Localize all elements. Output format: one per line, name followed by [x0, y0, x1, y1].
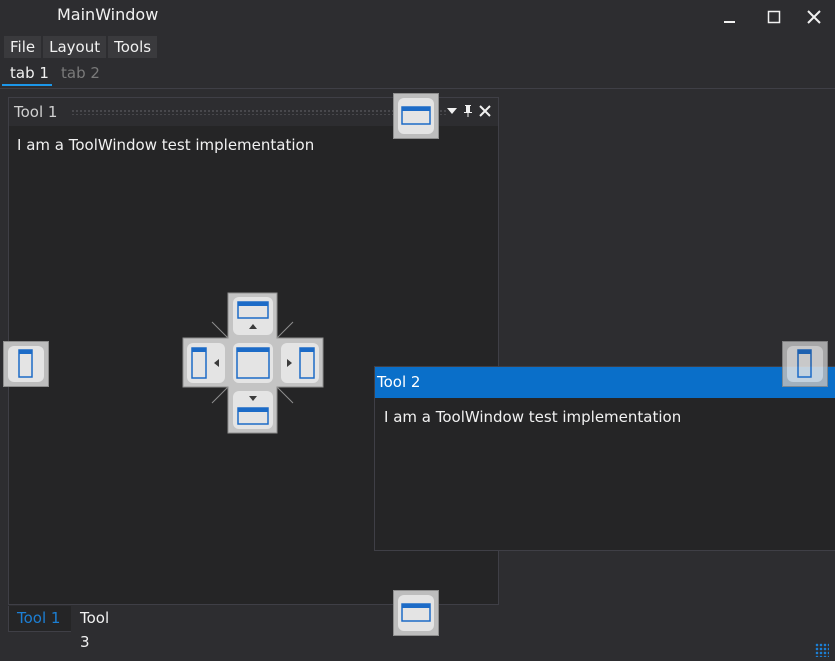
menu-file[interactable]: File [4, 36, 42, 58]
dock-compass-center[interactable] [233, 343, 273, 383]
close-button[interactable] [792, 0, 835, 34]
dropdown-icon[interactable] [446, 105, 458, 117]
dock-compass-bottom[interactable] [233, 391, 273, 429]
tool2-content: I am a ToolWindow test implementation [384, 408, 682, 426]
maximize-button[interactable] [752, 0, 796, 34]
dock-right-button[interactable] [782, 341, 828, 387]
tab-2[interactable]: tab 2 [61, 62, 100, 86]
title-bar: MainWindow [0, 0, 835, 34]
tool1-content: I am a ToolWindow test implementation [17, 136, 315, 154]
tab-tool-3[interactable]: Tool 3 [80, 606, 109, 654]
dock-top-button[interactable] [393, 93, 439, 139]
dock-top-icon [401, 106, 431, 125]
tool2-title: Tool 2 [377, 373, 421, 391]
pin-icon[interactable] [462, 104, 474, 118]
pane-close-icon[interactable] [478, 104, 492, 118]
dock-left-button[interactable] [3, 341, 49, 387]
dock-compass [182, 292, 324, 434]
menu-bar: File Layout Tools [4, 36, 159, 58]
tab-divider [0, 88, 835, 89]
dock-compass-top[interactable] [233, 297, 273, 335]
window-title: MainWindow [57, 5, 159, 24]
tool2-floating-window: Tool 2 I am a ToolWindow test implementa… [374, 366, 835, 551]
menu-layout[interactable]: Layout [43, 36, 107, 58]
minimize-button[interactable] [708, 0, 752, 34]
tab-1[interactable]: tab 1 [2, 62, 52, 86]
tool2-header[interactable]: Tool 2 [375, 367, 835, 398]
resize-grip-icon[interactable] [815, 643, 829, 657]
tool1-title: Tool 1 [14, 103, 58, 121]
dock-bottom-button[interactable] [393, 590, 439, 636]
dock-right-icon [797, 349, 812, 378]
close-icon [807, 10, 821, 24]
maximize-icon [767, 10, 781, 24]
pane-controls [446, 104, 492, 118]
dock-bottom-icon [401, 603, 431, 622]
menu-tools[interactable]: Tools [108, 36, 158, 58]
drag-grip[interactable] [71, 109, 446, 115]
dock-compass-right[interactable] [281, 343, 319, 383]
dock-compass-left[interactable] [187, 343, 225, 383]
minimize-icon [724, 21, 735, 23]
document-tabs: tab 1 tab 2 [0, 60, 835, 90]
tab-tool-1[interactable]: Tool 1 [8, 606, 71, 632]
dock-left-icon [18, 349, 33, 378]
